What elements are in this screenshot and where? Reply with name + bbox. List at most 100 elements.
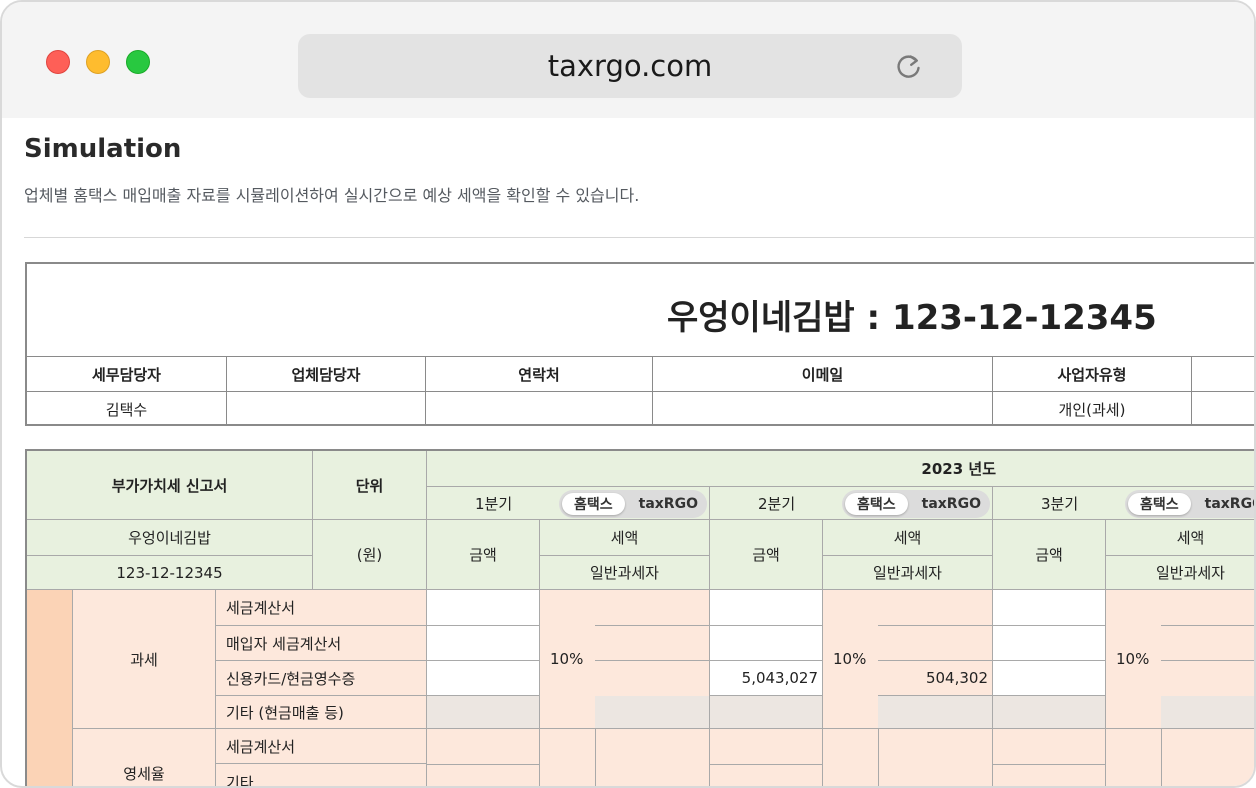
q1-zr-line bbox=[427, 764, 540, 765]
company-info-table: 우엉이네김밥 : 123-12-12345 세무담당자 업체담당자 연락처 이메… bbox=[25, 262, 1254, 426]
quarter-2-label: 2분기 bbox=[758, 494, 796, 513]
q1-zr-tax bbox=[596, 729, 710, 786]
q3-card-amount[interactable] bbox=[993, 661, 1106, 696]
value-company-manager bbox=[227, 392, 426, 426]
quarter-2-hometax-option[interactable]: 홈택스 bbox=[845, 493, 908, 515]
q2-card-tax: 504,302 bbox=[878, 661, 993, 696]
divider bbox=[24, 237, 1254, 238]
business-number-cell: 123-12-12345 bbox=[27, 556, 313, 590]
q1-rate-text: 10% bbox=[550, 650, 584, 668]
q2-card-amount-value: 5,043,027 bbox=[741, 669, 818, 687]
q1-zr-amount bbox=[427, 729, 540, 786]
q3-zr-rate bbox=[1106, 729, 1162, 786]
q2-zr-amount bbox=[710, 729, 823, 786]
q2-tax-line bbox=[878, 625, 992, 626]
q1-tax-line bbox=[595, 625, 709, 626]
header-contact: 연락처 bbox=[426, 357, 653, 391]
q3-zr-tax bbox=[1162, 729, 1254, 786]
quarter-2-source-toggle[interactable]: 홈택스 taxRGO bbox=[842, 490, 990, 518]
q1-tax-invoice-amount[interactable] bbox=[427, 590, 540, 626]
value-email bbox=[653, 392, 993, 426]
q2-zr-line bbox=[710, 764, 823, 765]
q3-buyer-invoice-amount[interactable] bbox=[993, 626, 1106, 661]
unit-label: 단위 bbox=[313, 451, 427, 520]
section-zero-rate: 영세율 bbox=[73, 729, 216, 786]
quarter-3-label: 3분기 bbox=[1041, 494, 1079, 513]
q2-other-amount bbox=[710, 696, 823, 729]
q1-tax-line bbox=[595, 660, 709, 661]
header-business-type: 사업자유형 bbox=[993, 357, 1192, 391]
header-company-manager: 업체담당자 bbox=[227, 357, 426, 391]
q3-tax-line bbox=[1161, 625, 1254, 626]
company-info-header-row: 세무담당자 업체담당자 연락처 이메일 사업자유형 bbox=[27, 356, 1254, 392]
row-zr-other: 기타 bbox=[216, 764, 427, 786]
company-name-cell: 우엉이네김밥 bbox=[27, 520, 313, 556]
page-description: 업체별 홈택스 매입매출 자료를 시뮬레이션하여 실시간으로 예상 세액을 확인… bbox=[24, 186, 640, 205]
value-contact bbox=[426, 392, 653, 426]
header-tax-manager: 세무담당자 bbox=[27, 357, 227, 391]
q1-card-amount[interactable] bbox=[427, 661, 540, 696]
sales-section-bar bbox=[27, 590, 73, 786]
quarter-1-taxrgo-option[interactable]: taxRGO bbox=[639, 496, 698, 512]
q1-taxpayer-type: 일반과세자 bbox=[540, 556, 710, 590]
header-email: 이메일 bbox=[653, 357, 993, 391]
row-zr-invoice: 세금계산서 bbox=[216, 729, 427, 764]
q3-other-amount bbox=[993, 696, 1106, 729]
q2-amount-header: 금액 bbox=[710, 520, 823, 590]
quarter-2-taxrgo-option[interactable]: taxRGO bbox=[922, 496, 981, 512]
address-bar[interactable]: taxrgo.com bbox=[298, 34, 962, 98]
quarter-3-taxrgo-option[interactable]: taxRGO bbox=[1205, 496, 1254, 512]
reload-icon[interactable] bbox=[894, 51, 924, 81]
row-tax-invoice: 세금계산서 bbox=[216, 590, 427, 626]
q3-tax-line bbox=[1161, 660, 1254, 661]
q2-rate-text: 10% bbox=[833, 650, 867, 668]
q2-other-tax bbox=[878, 696, 993, 729]
year-header: 2023 년도 bbox=[427, 451, 1254, 487]
row-buyer-invoice: 매입자 세금계산서 bbox=[216, 626, 427, 661]
q2-buyer-invoice-amount[interactable] bbox=[710, 626, 823, 661]
browser-titlebar: taxrgo.com bbox=[2, 2, 1254, 118]
q2-tax-header: 세액 bbox=[823, 520, 993, 556]
value-business-type: 개인(과세) bbox=[993, 392, 1192, 426]
q2-zr-rate bbox=[823, 729, 879, 786]
q1-buyer-invoice-amount[interactable] bbox=[427, 626, 540, 661]
q1-amount-header: 금액 bbox=[427, 520, 540, 590]
q2-taxpayer-type: 일반과세자 bbox=[823, 556, 993, 590]
maximize-window-button[interactable] bbox=[126, 50, 150, 74]
quarter-3-hometax-option[interactable]: 홈택스 bbox=[1128, 493, 1191, 515]
page-content: Simulation 업체별 홈택스 매입매출 자료를 시뮬레이션하여 실시간으… bbox=[2, 118, 1254, 786]
q3-tax-invoice-amount[interactable] bbox=[993, 590, 1106, 626]
quarter-1-hometax-option[interactable]: 홈택스 bbox=[562, 493, 625, 515]
q2-card-tax-value: 504,302 bbox=[925, 669, 988, 687]
url-text: taxrgo.com bbox=[547, 49, 713, 83]
q2-zr-tax bbox=[879, 729, 993, 786]
q3-taxpayer-type: 일반과세자 bbox=[1106, 556, 1254, 590]
vat-report-title: 부가가치세 신고서 bbox=[27, 451, 313, 520]
q1-zr-rate bbox=[540, 729, 596, 786]
q1-other-tax bbox=[595, 696, 710, 729]
q1-tax-header: 세액 bbox=[540, 520, 710, 556]
year-label: 2023 년도 bbox=[921, 460, 996, 478]
browser-window: taxrgo.com Simulation 업체별 홈택스 매입매출 자료를 시… bbox=[0, 0, 1256, 788]
q3-zr-amount bbox=[993, 729, 1106, 786]
page-title: Simulation bbox=[24, 134, 182, 164]
q2-card-amount[interactable]: 5,043,027 bbox=[710, 661, 823, 696]
q3-zr-line bbox=[993, 764, 1106, 765]
q3-rate-text: 10% bbox=[1116, 650, 1150, 668]
q1-other-amount bbox=[427, 696, 540, 729]
unit-value-cell: (원) bbox=[313, 520, 427, 590]
q3-other-tax bbox=[1161, 696, 1254, 729]
q3-amount-header: 금액 bbox=[993, 520, 1106, 590]
q2-tax-invoice-amount[interactable] bbox=[710, 590, 823, 626]
section-taxable: 과세 bbox=[73, 590, 216, 729]
minimize-window-button[interactable] bbox=[86, 50, 110, 74]
quarter-1-source-toggle[interactable]: 홈택스 taxRGO bbox=[559, 490, 707, 518]
company-title: 우엉이네김밥 : 123-12-12345 bbox=[667, 298, 1157, 338]
row-other-cash: 기타 (현금매출 등) bbox=[216, 696, 427, 729]
quarter-3-source-toggle[interactable]: 홈택스 taxRGO bbox=[1125, 490, 1254, 518]
close-window-button[interactable] bbox=[46, 50, 70, 74]
vat-report-table: 부가가치세 신고서 단위 우엉이네김밥 123-12-12345 (원) 202… bbox=[25, 449, 1254, 786]
q3-tax-header: 세액 bbox=[1106, 520, 1254, 556]
company-info-value-row: 김택수 개인(과세) bbox=[27, 392, 1254, 426]
row-card-receipt: 신용카드/현금영수증 bbox=[216, 661, 427, 696]
